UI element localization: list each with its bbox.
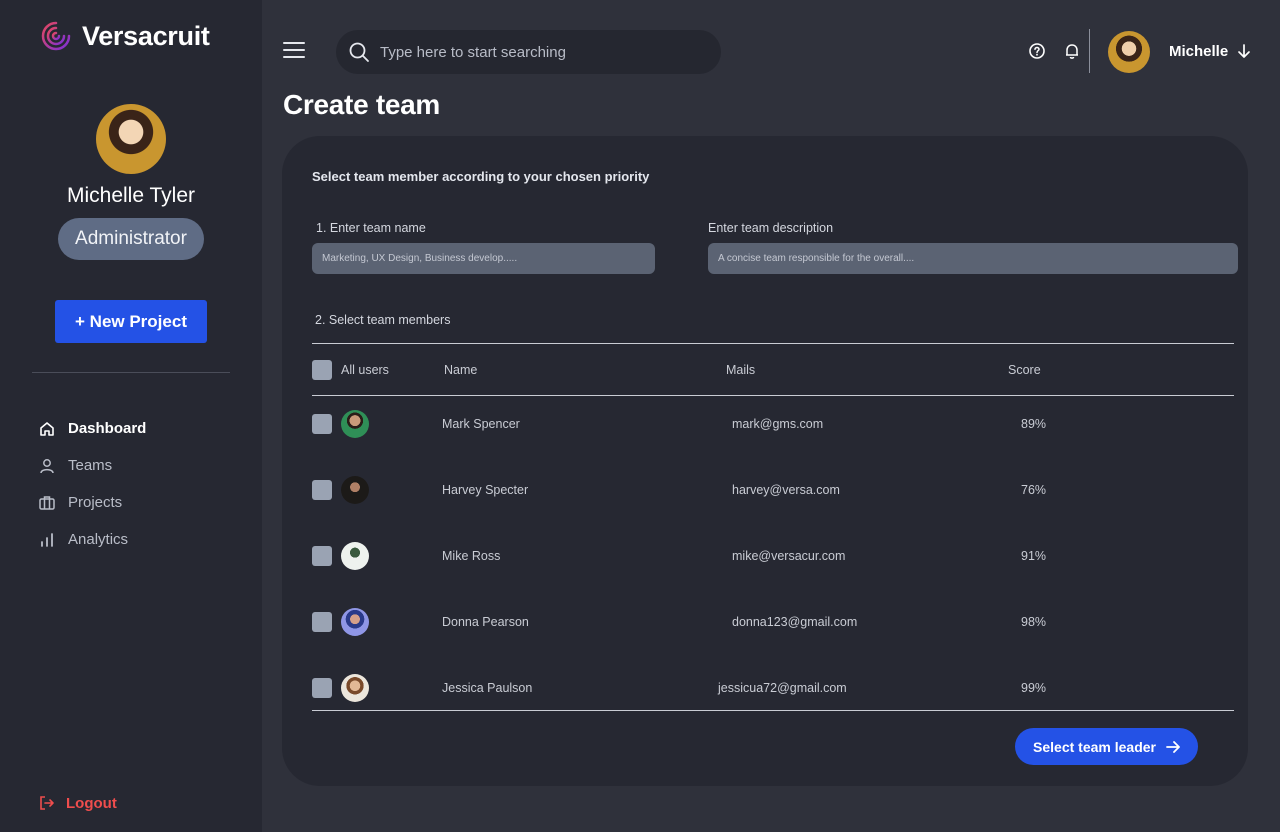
select-team-leader-button[interactable]: Select team leader: [1015, 728, 1198, 765]
avatar: [341, 674, 369, 702]
table-header-rule: [312, 395, 1234, 396]
member-name: Donna Pearson: [442, 615, 529, 629]
arrow-down-icon[interactable]: [1236, 43, 1252, 59]
sidebar-divider: [32, 372, 230, 373]
logout-icon: [40, 796, 54, 810]
topbar-divider: [1089, 29, 1090, 73]
logout-label: Logout: [66, 794, 117, 812]
user-icon: [40, 458, 54, 473]
page-title: Create team: [283, 89, 441, 120]
sidebar-item-analytics[interactable]: Analytics: [38, 521, 146, 558]
new-project-button[interactable]: + New Project: [55, 300, 207, 343]
create-team-card: Select team member according to your cho…: [282, 136, 1248, 786]
search-icon: [349, 42, 369, 62]
team-description-input[interactable]: [708, 243, 1238, 274]
member-name: Harvey Specter: [442, 483, 529, 497]
member-score: 99%: [1021, 681, 1047, 695]
sidebar-item-label: Teams: [68, 457, 113, 474]
select-team-leader-label: Select team leader: [1033, 738, 1156, 755]
row-checkbox[interactable]: [312, 612, 332, 632]
row-checkbox[interactable]: [312, 546, 332, 566]
select-all-checkbox[interactable]: [312, 360, 332, 380]
row-checkbox[interactable]: [312, 480, 332, 500]
team-name-input[interactable]: [312, 243, 655, 274]
versacruit-logo-icon: [41, 21, 71, 51]
avatar: [341, 476, 369, 504]
logout-button[interactable]: Logout: [38, 794, 117, 812]
sidebar-item-teams[interactable]: Teams: [38, 447, 146, 484]
avatar: [341, 608, 369, 636]
header-score: Score: [1008, 363, 1041, 377]
member-name: Jessica Paulson: [442, 681, 533, 695]
sidebar-item-label: Analytics: [68, 531, 129, 548]
sidebar-item-dashboard[interactable]: Dashboard: [38, 410, 146, 447]
member-mail: donna123@gmail.com: [732, 615, 858, 629]
sidebar-item-projects[interactable]: Projects: [38, 484, 146, 521]
search-bar[interactable]: [336, 30, 721, 74]
avatar: [341, 410, 369, 438]
member-mail: harvey@versa.com: [732, 483, 840, 497]
team-description-label: Enter team description: [708, 221, 834, 235]
help-icon[interactable]: [1028, 42, 1046, 60]
member-name: Mike Ross: [442, 549, 501, 563]
brand[interactable]: Versacruit: [40, 20, 210, 52]
sidebar: Versacruit Michelle Tyler Administrator …: [0, 0, 262, 832]
table-top-rule: [312, 343, 1234, 344]
search-input[interactable]: [380, 43, 700, 61]
menu-icon[interactable]: [283, 42, 305, 62]
sidebar-item-label: Dashboard: [68, 420, 147, 437]
user-name[interactable]: Michelle: [1169, 43, 1228, 60]
user-avatar[interactable]: [1108, 31, 1150, 73]
table-bottom-rule: [312, 710, 1234, 711]
home-icon: [40, 421, 54, 436]
header-name: Name: [444, 363, 478, 377]
row-checkbox[interactable]: [312, 678, 332, 698]
member-mail: mike@versacur.com: [732, 549, 846, 563]
member-score: 98%: [1021, 615, 1047, 629]
bell-icon[interactable]: [1063, 42, 1081, 60]
row-checkbox[interactable]: [312, 414, 332, 434]
header-all-users: All users: [341, 363, 389, 377]
profile-name: Michelle Tyler: [67, 184, 195, 207]
sidebar-item-label: Projects: [68, 494, 123, 511]
member-mail: jessicua72@gmail.com: [718, 681, 847, 695]
member-name: Mark Spencer: [442, 417, 520, 431]
header-mails: Mails: [726, 363, 756, 377]
card-heading: Select team member according to your cho…: [312, 169, 650, 184]
profile-avatar[interactable]: [96, 104, 166, 174]
role-badge: Administrator: [58, 218, 204, 260]
member-score: 89%: [1021, 417, 1047, 431]
briefcase-icon: [39, 495, 55, 510]
bar-chart-icon: [41, 532, 53, 547]
select-members-label: 2. Select team members: [315, 313, 451, 327]
member-score: 91%: [1021, 549, 1047, 563]
brand-name: Versacruit: [82, 20, 210, 51]
sidebar-nav: Dashboard Teams Projects Analytics: [38, 410, 146, 558]
arrow-right-icon: [1166, 740, 1180, 753]
avatar: [341, 542, 369, 570]
member-score: 76%: [1021, 483, 1047, 497]
member-mail: mark@gms.com: [732, 417, 824, 431]
team-name-label: 1. Enter team name: [316, 221, 426, 235]
